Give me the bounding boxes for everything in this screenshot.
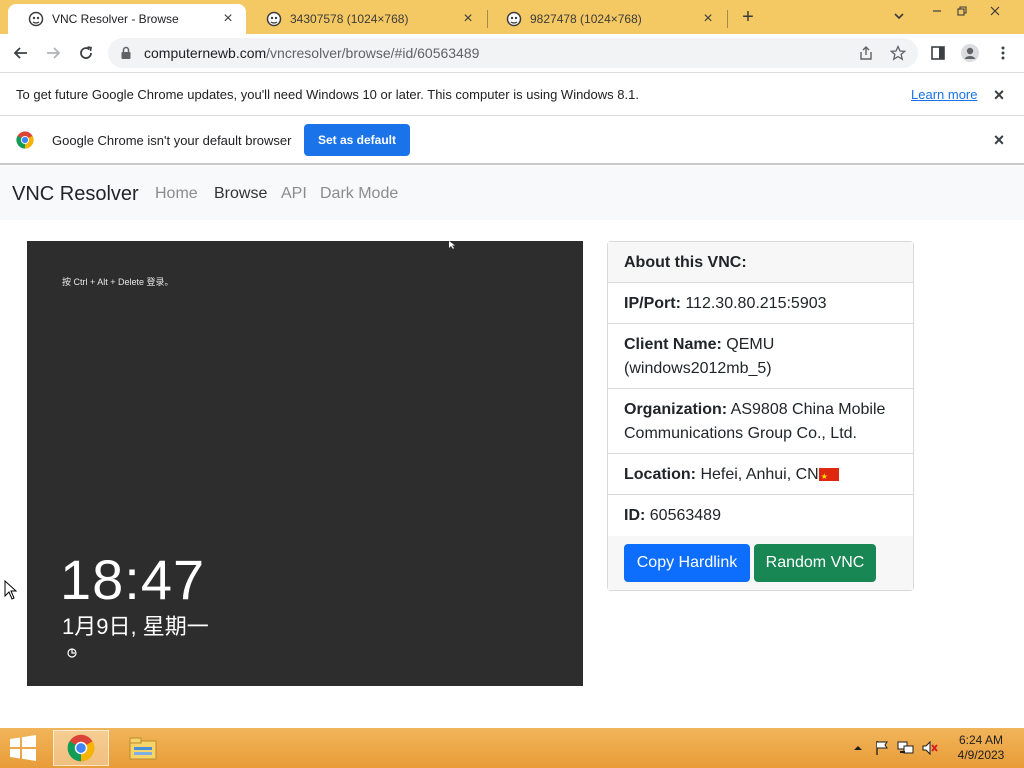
- nav-browse[interactable]: Browse: [214, 185, 267, 203]
- default-browser-message: Google Chrome isn't your default browser: [52, 133, 292, 148]
- nav-dark-mode[interactable]: Dark Mode: [320, 185, 398, 203]
- system-clock[interactable]: 6:24 AM 4/9/2023: [950, 733, 1012, 763]
- update-message: To get future Google Chrome updates, you…: [16, 87, 639, 102]
- reload-icon[interactable]: [73, 41, 99, 65]
- organization-row: Organization: AS9808 China Mobile Commun…: [608, 389, 913, 454]
- volume-muted-icon[interactable]: [920, 738, 940, 758]
- tab-9827478[interactable]: 9827478 (1024×768) ×: [486, 4, 726, 34]
- site-brand[interactable]: VNC Resolver: [12, 183, 139, 206]
- location-row: Location: Hefei, Anhui, CN: [608, 454, 913, 495]
- ip-port-label: IP/Port:: [624, 295, 681, 312]
- forward-arrow-icon[interactable]: [40, 41, 66, 65]
- id-value: 60563489: [649, 507, 721, 524]
- location-value: Hefei, Anhui, CN: [700, 466, 819, 483]
- clock-date: 4/9/2023: [957, 748, 1005, 762]
- menu-kebab-icon[interactable]: [990, 41, 1016, 65]
- login-hint: 按 Ctrl + Alt + Delete 登录。: [62, 277, 174, 287]
- network-icon[interactable]: [896, 738, 916, 758]
- side-panel-icon[interactable]: [925, 41, 951, 65]
- new-tab-button[interactable]: +: [737, 6, 759, 28]
- tab-vnc-resolver[interactable]: VNC Resolver - Browse ×: [8, 4, 246, 34]
- site-navbar: VNC Resolver Home Browse API Dark Mode: [0, 166, 1024, 220]
- china-flag-icon: [818, 465, 839, 489]
- random-vnc-button[interactable]: Random VNC: [754, 544, 876, 582]
- close-tab-icon[interactable]: ×: [460, 11, 476, 27]
- card-footer: Copy Hardlink Random VNC: [608, 536, 913, 590]
- clock-time: 6:24 AM: [958, 733, 1004, 747]
- tab-title: VNC Resolver - Browse: [52, 12, 179, 26]
- chrome-logo-icon: [16, 131, 34, 149]
- profile-avatar-icon[interactable]: [957, 41, 983, 65]
- set-as-default-button[interactable]: Set as default: [304, 124, 410, 156]
- show-hidden-icons-icon[interactable]: [848, 738, 868, 758]
- url-path: /vncresolver/browse/#id/60563489: [266, 45, 480, 61]
- share-icon[interactable]: [853, 38, 879, 68]
- vnc-info-card: About this VNC: IP/Port: 112.30.80.215:5…: [607, 241, 914, 591]
- lock-screen-time: 18:47: [60, 548, 206, 611]
- ease-of-access-icon: [67, 648, 77, 658]
- close-tab-icon[interactable]: ×: [700, 11, 716, 27]
- tab-separator: [727, 10, 728, 28]
- vnc-favicon-icon: [506, 11, 522, 27]
- copy-hardlink-button[interactable]: Copy Hardlink: [624, 544, 750, 582]
- nav-api[interactable]: API: [281, 185, 307, 203]
- location-label: Location:: [624, 466, 696, 483]
- vnc-screenshot: 按 Ctrl + Alt + Delete 登录。 18:47 1月9日, 星期…: [27, 241, 583, 686]
- tab-strip: VNC Resolver - Browse × 34307578 (1024×7…: [0, 0, 1024, 34]
- url-host: computernewb.com: [144, 45, 267, 61]
- windows-taskbar: 6:24 AM 4/9/2023: [0, 728, 1024, 768]
- close-window-icon[interactable]: [978, 0, 1012, 28]
- restore-icon[interactable]: [945, 0, 979, 28]
- organization-label: Organization:: [624, 401, 728, 418]
- client-name-label: Client Name:: [624, 336, 722, 353]
- id-label: ID:: [624, 507, 646, 524]
- learn-more-link[interactable]: Learn more: [911, 87, 977, 102]
- vnc-favicon-icon: [28, 11, 44, 27]
- browser-toolbar: computernewb.com/vncresolver/browse/#id/…: [0, 34, 1024, 72]
- action-center-flag-icon[interactable]: [872, 738, 892, 758]
- ip-port-value: 112.30.80.215:5903: [685, 295, 827, 312]
- lock-icon[interactable]: [118, 45, 134, 61]
- close-infobar-icon[interactable]: ×: [990, 86, 1008, 104]
- address-bar[interactable]: computernewb.com/vncresolver/browse/#id/…: [108, 38, 918, 68]
- mouse-cursor-icon: [4, 580, 18, 600]
- taskbar-chrome[interactable]: [53, 730, 109, 766]
- file-explorer-icon: [129, 737, 157, 760]
- tab-34307578[interactable]: 34307578 (1024×768) ×: [246, 4, 486, 34]
- bookmark-star-icon[interactable]: [885, 38, 911, 68]
- chrome-logo-icon: [67, 734, 95, 762]
- remote-cursor-icon: [449, 241, 455, 249]
- back-arrow-icon[interactable]: [8, 41, 34, 65]
- client-name-row: Client Name: QEMU (windows2012mb_5): [608, 324, 913, 389]
- ip-port-row: IP/Port: 112.30.80.215:5903: [608, 283, 913, 324]
- update-infobar: To get future Google Chrome updates, you…: [0, 72, 1024, 116]
- tab-search-chevron-icon[interactable]: [882, 4, 916, 32]
- close-tab-icon[interactable]: ×: [220, 11, 236, 27]
- id-row: ID: 60563489: [608, 495, 913, 536]
- tab-title: 9827478 (1024×768): [530, 12, 642, 26]
- close-infobar-icon[interactable]: ×: [990, 131, 1008, 149]
- tab-title: 34307578 (1024×768): [290, 12, 409, 26]
- windows-start-icon[interactable]: [8, 734, 38, 762]
- lock-screen-date: 1月9日, 星期一: [62, 614, 209, 639]
- nav-home[interactable]: Home: [155, 185, 198, 203]
- vnc-favicon-icon: [266, 11, 282, 27]
- url-text: computernewb.com/vncresolver/browse/#id/…: [144, 45, 479, 61]
- taskbar-file-explorer[interactable]: [115, 730, 171, 766]
- card-header: About this VNC:: [608, 242, 913, 283]
- default-browser-infobar: Google Chrome isn't your default browser…: [0, 116, 1024, 165]
